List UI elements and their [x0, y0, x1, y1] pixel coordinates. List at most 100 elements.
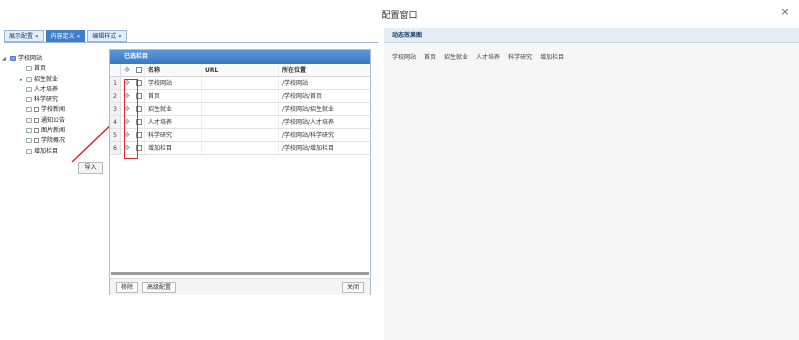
- close-button[interactable]: 关闭: [341, 282, 364, 293]
- cell-url[interactable]: [202, 77, 279, 89]
- table-row[interactable]: 4 ✥ 人才培养 /学校网站/人才培养: [110, 116, 370, 129]
- page-icon: [26, 148, 32, 154]
- selected-columns-panel: 已选栏目 ✥ 名称 URL 所在位置 1 ✥ 学校网站 /学校网站 2 ✥ 首页…: [109, 49, 371, 295]
- horizontal-scrollbar[interactable]: [111, 272, 369, 275]
- cell-location: /学校网站/招生就业: [282, 106, 335, 113]
- tab-display-config[interactable]: 展示配置 «: [4, 30, 44, 42]
- cell-name: 首页: [145, 90, 202, 102]
- cell-name: 人才培养: [145, 116, 202, 128]
- tree-node-label: 科学研究: [34, 96, 59, 104]
- cell-location: /学校网站/增加栏目: [282, 145, 335, 152]
- column-header-location[interactable]: 所在位置: [279, 64, 359, 76]
- close-icon[interactable]: ×: [779, 6, 791, 18]
- cell-url[interactable]: [202, 103, 279, 115]
- tree-node-item[interactable]: 人才培养: [10, 85, 102, 95]
- tree-node-label: 学校网站: [18, 55, 43, 62]
- tab-divider: [4, 42, 378, 43]
- tree-node-item[interactable]: 增加栏目: [10, 147, 102, 157]
- row-number: 2: [110, 90, 121, 102]
- preview-nav-item[interactable]: 首页: [424, 52, 436, 61]
- tree-node-label: 人才培养: [34, 85, 59, 93]
- tree-node-label: 学院概况: [41, 137, 66, 145]
- table-row[interactable]: 1 ✥ 学校网站 /学校网站: [110, 77, 370, 90]
- page-icon: [26, 76, 32, 82]
- preview-nav-item[interactable]: 招生就业: [444, 52, 468, 61]
- row-number: 3: [110, 103, 121, 115]
- cell-location: /学校网站/人才培养: [282, 119, 335, 126]
- page-icon: [26, 66, 32, 72]
- cell-url[interactable]: [202, 129, 279, 141]
- cell-name: 学校网站: [145, 77, 202, 89]
- row-number: 1: [110, 77, 121, 89]
- cell-name: 科学研究: [145, 129, 202, 141]
- expand-icon[interactable]: ▸: [20, 75, 23, 85]
- page-icon: [26, 128, 32, 134]
- tree-node-label: 首页: [34, 65, 47, 73]
- window-title: 配置窗口: [381, 11, 418, 21]
- preview-nav-item[interactable]: 人才培养: [476, 52, 500, 61]
- tab-edit-style[interactable]: 编辑样式 «: [87, 30, 127, 42]
- row-number: 6: [110, 142, 121, 154]
- tree-node-label: 学校新闻: [41, 106, 66, 114]
- page-icon: [26, 86, 32, 92]
- tree-node-item[interactable]: 学校新闻: [10, 105, 102, 115]
- tree-node-item[interactable]: 图片新闻: [10, 126, 102, 136]
- config-tabs: 展示配置 « 内容定义 « 编辑样式 «: [4, 30, 127, 42]
- table-row[interactable]: 5 ✥ 科学研究 /学校网站/科学研究: [110, 129, 370, 142]
- cell-url[interactable]: [202, 90, 279, 102]
- page-icon: [26, 107, 32, 113]
- window-titlebar: 配置窗口 ×: [0, 0, 799, 28]
- panel-title: 已选栏目: [110, 50, 370, 64]
- collapse-icon[interactable]: ◢: [2, 54, 6, 64]
- advanced-config-button[interactable]: 高级配置: [142, 282, 177, 293]
- import-button[interactable]: 导入: [78, 162, 103, 174]
- preview-nav-item[interactable]: 增加栏目: [540, 52, 564, 61]
- cell-location: /学校网站/首页: [282, 93, 323, 100]
- preview-pane: 动态效果图 学校网站 首页 招生就业 人才培养 科学研究 增加栏目: [384, 28, 799, 340]
- row-number: 5: [110, 129, 121, 141]
- select-all-checkbox[interactable]: [135, 67, 142, 73]
- cell-name: 增加栏目: [145, 142, 202, 154]
- column-header-name[interactable]: 名称: [145, 64, 202, 76]
- cell-url[interactable]: [202, 142, 279, 154]
- tree-checkbox[interactable]: [34, 117, 39, 123]
- drag-handle-highlight: [124, 79, 138, 159]
- remove-button[interactable]: 移除: [116, 282, 139, 293]
- cell-location: /学校网站: [282, 80, 309, 87]
- preview-nav-item[interactable]: 学校网站: [392, 52, 416, 61]
- tree-node-label: 招生就业: [34, 75, 59, 83]
- cell-name: 招生就业: [145, 103, 202, 115]
- tree-node-item[interactable]: ▸ 招生就业: [10, 75, 102, 85]
- table-row[interactable]: 3 ✥ 招生就业 /学校网站/招生就业: [110, 103, 370, 116]
- tree-node-label: 增加栏目: [34, 147, 59, 155]
- tree-node-root[interactable]: ◢ 学校网站: [2, 54, 102, 64]
- tree-node-item[interactable]: 通知公告: [10, 116, 102, 126]
- selected-columns-grid: ✥ 名称 URL 所在位置 1 ✥ 学校网站 /学校网站 2 ✥ 首页 /学校网…: [110, 64, 370, 155]
- row-number: 4: [110, 116, 121, 128]
- panel-footer: 移除 高级配置 关闭: [110, 278, 370, 295]
- page-icon: [26, 138, 32, 144]
- page-icon: [26, 117, 32, 123]
- table-row[interactable]: 2 ✥ 首页 /学校网站/首页: [110, 90, 370, 103]
- page-icon: [26, 97, 32, 103]
- tree-node-item[interactable]: 科学研究: [10, 95, 102, 105]
- tree-node-item[interactable]: 学院概况: [10, 136, 102, 146]
- tree-node-item[interactable]: 首页: [10, 64, 102, 74]
- preview-nav-item[interactable]: 科学研究: [508, 52, 532, 61]
- preview-title: 动态效果图: [384, 28, 799, 43]
- preview-nav: 学校网站 首页 招生就业 人才培养 科学研究 增加栏目: [392, 52, 564, 61]
- cell-location: /学校网站/科学研究: [282, 132, 335, 139]
- tree-node-label: 图片新闻: [41, 127, 66, 135]
- cell-url[interactable]: [202, 116, 279, 128]
- site-icon: [10, 56, 16, 61]
- move-icon: ✥: [124, 66, 130, 74]
- tree-node-label: 通知公告: [41, 116, 66, 124]
- column-header-url[interactable]: URL: [202, 64, 279, 76]
- tree-checkbox[interactable]: [34, 138, 39, 144]
- table-row[interactable]: 6 ✥ 增加栏目 /学校网站/增加栏目: [110, 142, 370, 155]
- tree-checkbox[interactable]: [34, 107, 39, 113]
- column-tree: ◢ 学校网站 首页 ▸ 招生就业 人才培养 科学研究 学校新闻 通知公告 图片新…: [2, 54, 102, 157]
- grid-header: ✥ 名称 URL 所在位置: [110, 64, 370, 77]
- tab-content-definition[interactable]: 内容定义 «: [45, 30, 86, 42]
- tree-checkbox[interactable]: [34, 128, 39, 134]
